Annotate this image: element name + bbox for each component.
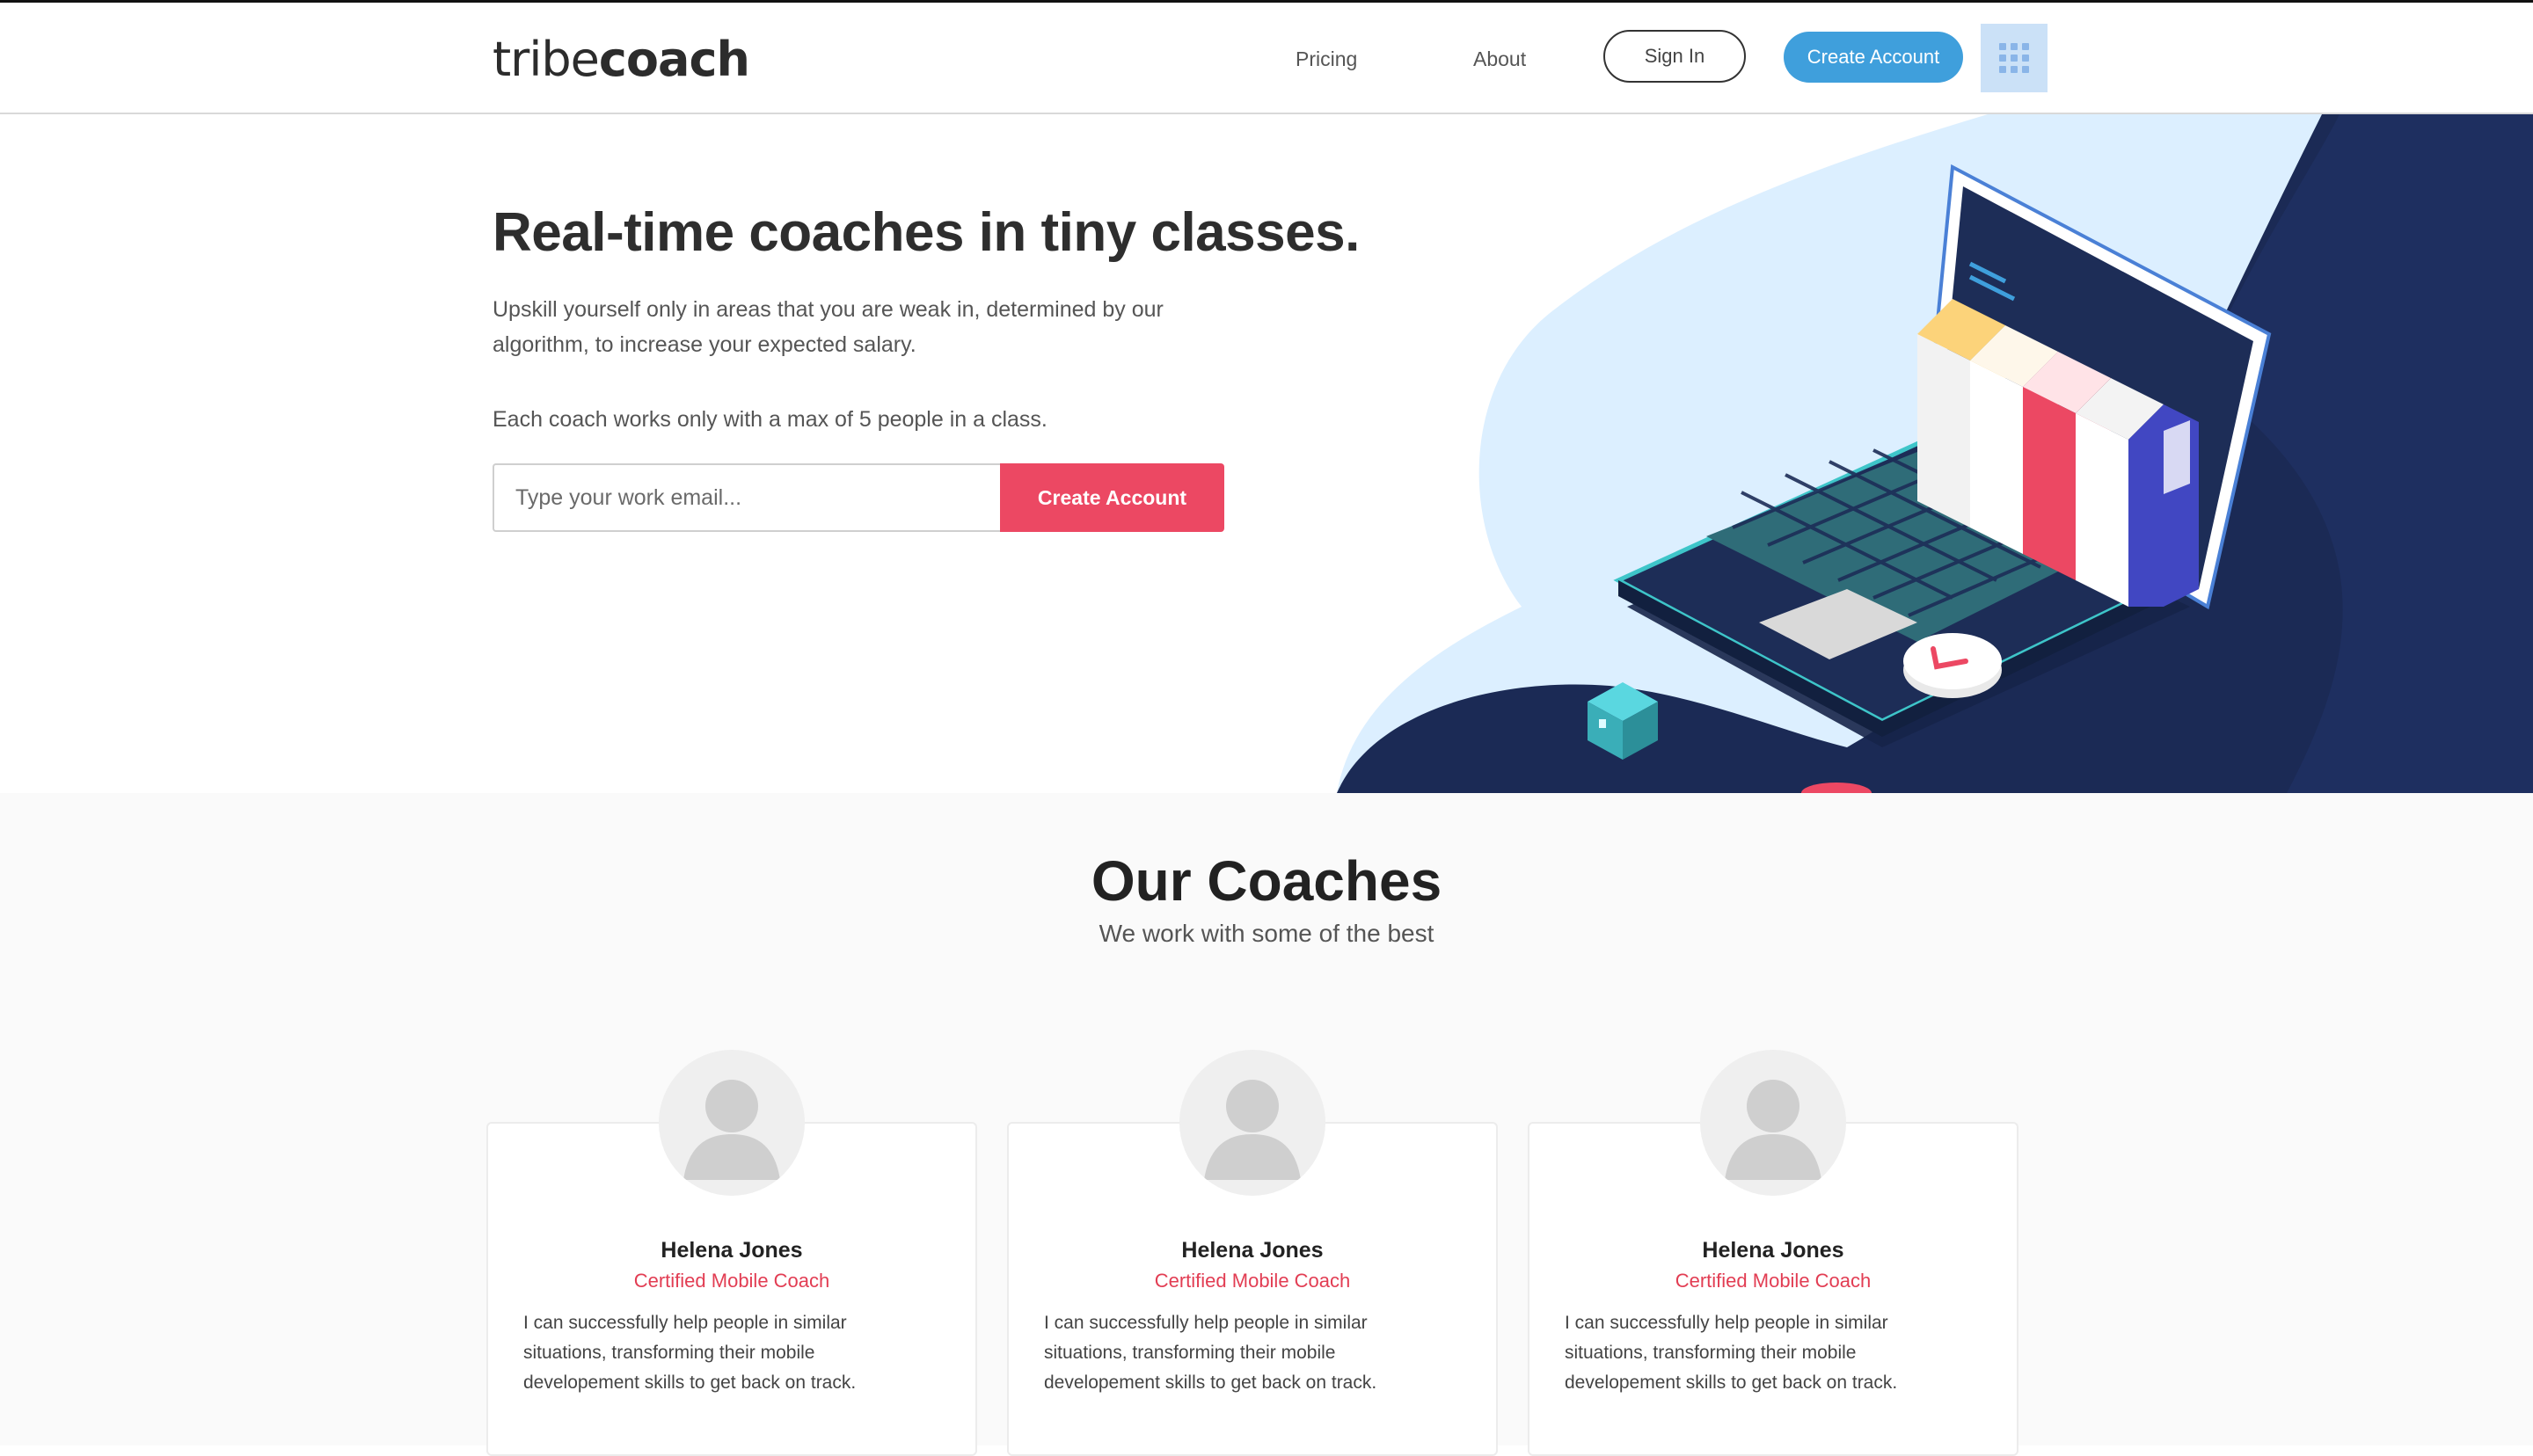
grid-icon[interactable] [1981, 24, 2048, 92]
coach-bio: I can successfully help people in simila… [1565, 1313, 1898, 1393]
avatar-placeholder-icon [1700, 1050, 1846, 1196]
laptop-books-illustration [1337, 114, 2533, 793]
nav-pricing-link[interactable]: Pricing [1296, 43, 1357, 75]
work-email-input[interactable] [493, 463, 1001, 532]
create-account-header-button[interactable]: Create Account [1784, 32, 1963, 83]
logo-text-coach: coach [598, 32, 750, 87]
hero-description: Upskill yourself only in areas that you … [493, 297, 1164, 357]
hero-class-size-note: Each coach works only with a max of 5 pe… [493, 407, 1048, 432]
site-header: tribecoach Pricing About Sign In Create … [0, 3, 2533, 114]
logo[interactable]: tribecoach [493, 29, 750, 91]
coach-name: Helena Jones [1181, 1238, 1324, 1263]
coach-role: Certified Mobile Coach [1154, 1270, 1351, 1292]
avatar-placeholder-icon [1179, 1050, 1325, 1196]
coach-bio: I can successfully help people in simila… [523, 1313, 857, 1393]
sign-in-button[interactable]: Sign In [1603, 30, 1746, 83]
logo-text-tribe: tribe [493, 32, 600, 87]
coach-role: Certified Mobile Coach [1675, 1270, 1872, 1292]
coach-bio: I can successfully help people in simila… [1044, 1313, 1377, 1393]
coach-name: Helena Jones [1702, 1238, 1844, 1263]
hero-title: Real-time coaches in tiny classes. [493, 202, 1360, 263]
coaches-section: Our Coaches We work with some of the bes… [0, 793, 2533, 1456]
hero-section: Real-time coaches in tiny classes. Upski… [0, 114, 2533, 793]
coach-name: Helena Jones [661, 1238, 803, 1263]
create-account-hero-button[interactable]: Create Account [1000, 463, 1224, 532]
nav-about-link[interactable]: About [1473, 43, 1526, 75]
coaches-title: Our Coaches [1091, 849, 1442, 913]
coaches-subtitle: We work with some of the best [1099, 920, 1434, 947]
avatar-placeholder-icon [659, 1050, 805, 1196]
coach-role: Certified Mobile Coach [633, 1270, 830, 1292]
